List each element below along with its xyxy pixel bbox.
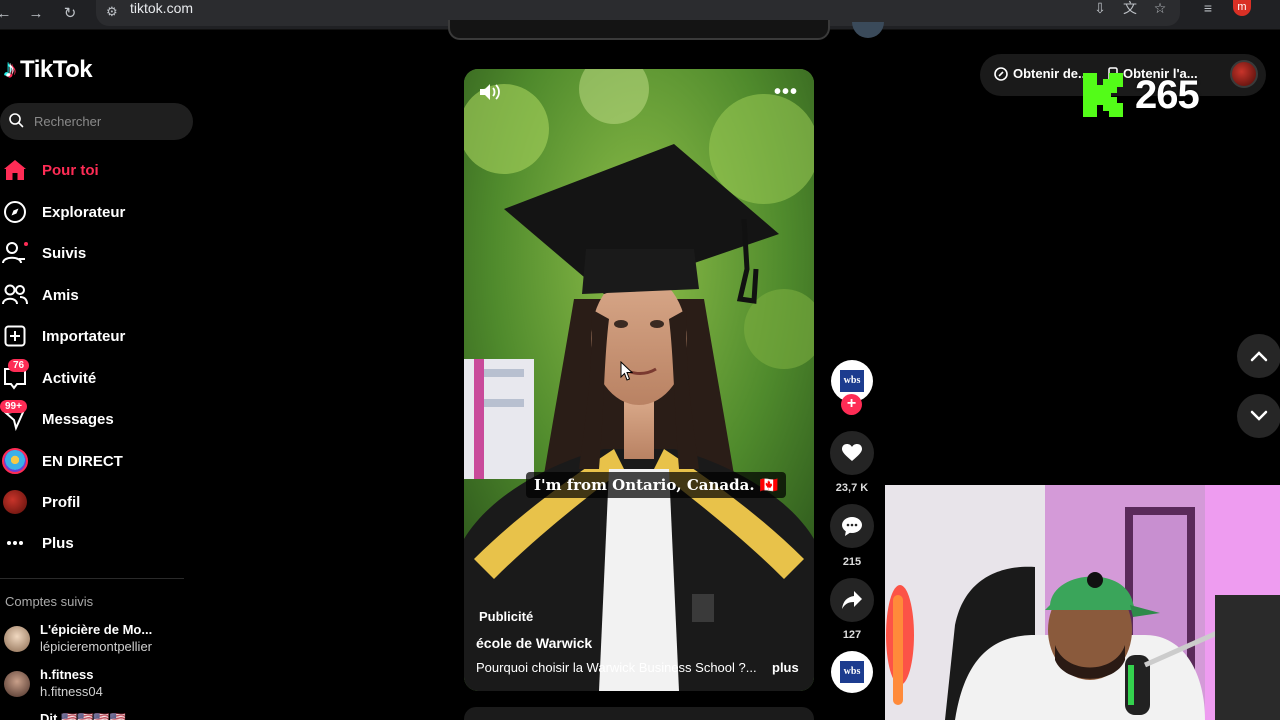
sidebar-item-friends[interactable]: Amis: [0, 277, 190, 313]
sidebar-item-label: Messages: [42, 410, 114, 428]
bookmark-star-icon[interactable]: ☆: [1150, 0, 1170, 16]
chevron-up-icon: [1250, 351, 1268, 362]
live-icon: [0, 446, 32, 476]
forward-icon[interactable]: →: [26, 4, 46, 24]
sidebar-item-upload[interactable]: Importateur: [0, 318, 190, 354]
messages-icon: 99+: [0, 400, 32, 434]
browser-profile-avatar[interactable]: m: [1233, 0, 1251, 16]
account-name: h.fitness: [40, 667, 94, 682]
video-description: Pourquoi choisir la Warwick Business Sch…: [476, 660, 757, 675]
like-count: 23,7 K: [835, 482, 869, 494]
sidebar-item-label: EN DIRECT: [42, 452, 123, 470]
sidebar-item-for-you[interactable]: Pour toi: [0, 152, 190, 188]
sidebar-item-label: Plus: [42, 534, 74, 552]
sidebar-item-label: Suivis: [42, 244, 87, 262]
previous-video-button[interactable]: [1237, 334, 1280, 378]
share-icon: [842, 591, 862, 609]
logo-text: TikTok: [20, 56, 93, 83]
account-name: L'épicière de Mo...: [40, 622, 153, 637]
site-settings-icon[interactable]: ⚙: [106, 4, 118, 20]
reload-icon[interactable]: ↻: [60, 4, 80, 24]
follow-button[interactable]: +: [841, 394, 862, 415]
more-icon: [0, 528, 32, 558]
sidebar-item-following[interactable]: Suivis: [0, 235, 190, 271]
video-player[interactable]: ••• I'm from Ontario, Canada. 🇨🇦 Publici…: [464, 69, 814, 691]
comment-button[interactable]: [830, 504, 874, 548]
creator-avatar-text: wbs: [840, 370, 864, 392]
mouse-cursor-icon: [620, 361, 633, 381]
search-icon: [9, 113, 24, 128]
ad-label: Publicité: [479, 609, 534, 624]
account-handle: h.fitness04: [40, 684, 103, 699]
comment-icon: [842, 516, 862, 536]
chevron-down-icon: [1250, 410, 1268, 421]
webcam-image: [885, 485, 1280, 720]
sidebar-item-activity[interactable]: 76 Activité: [0, 359, 190, 396]
followed-accounts-title: Comptes suivis: [5, 594, 94, 609]
kick-viewer-count: 265: [1135, 72, 1200, 117]
url-text[interactable]: tiktok.com: [130, 0, 193, 16]
kick-logo-icon: [1083, 73, 1123, 117]
tiktok-note-icon: ♪: [4, 56, 16, 83]
back-icon[interactable]: ←: [0, 4, 14, 24]
profile-avatar: [0, 487, 32, 517]
webcam-overlay: [885, 485, 1280, 720]
next-video-button[interactable]: [1237, 394, 1280, 438]
previous-video-avatar[interactable]: [852, 22, 884, 38]
heart-icon: [842, 444, 862, 461]
coin-icon: [994, 66, 1008, 81]
sound-disc-avatar[interactable]: wbs: [831, 651, 873, 693]
share-count: 127: [842, 629, 862, 641]
kick-viewer-overlay: 265: [1083, 72, 1200, 118]
video-more-icon[interactable]: •••: [774, 81, 798, 104]
tiktok-logo[interactable]: ♪ TikTok: [4, 54, 93, 86]
sound-disc-text: wbs: [840, 661, 864, 683]
install-icon[interactable]: ⇩: [1090, 0, 1110, 16]
account-handle: lépicieremontpellier: [40, 639, 152, 654]
sidebar-item-label: Activité: [42, 369, 97, 387]
sidebar-item-label: Profil: [42, 493, 81, 511]
sidebar-item-label: Amis: [42, 286, 79, 304]
sidebar-item-live[interactable]: EN DIRECT: [0, 443, 190, 479]
share-button[interactable]: [830, 578, 874, 622]
search-input[interactable]: [34, 112, 184, 130]
friends-icon: [0, 280, 32, 310]
sidebar-item-label: Importateur: [42, 327, 126, 345]
search-bar[interactable]: [0, 103, 193, 140]
sidebar-item-messages[interactable]: 99+ Messages: [0, 400, 190, 437]
following-icon: [0, 238, 32, 268]
video-caption: I'm from Ontario, Canada. 🇨🇦: [526, 472, 787, 498]
comment-count: 215: [842, 556, 862, 568]
account-avatar: [4, 671, 30, 697]
activity-icon: 76: [0, 359, 32, 393]
upload-icon: [0, 321, 32, 351]
account-name: Dit 🇺🇸🇺🇸🇺🇸🇺🇸: [40, 711, 126, 720]
account-avatar: [4, 626, 30, 652]
video-author[interactable]: école de Warwick: [476, 635, 592, 651]
sidebar-item-more[interactable]: Plus: [0, 525, 190, 561]
get-coins-label: Obtenir de...: [1013, 66, 1089, 81]
sidebar-item-label: Pour toi: [42, 161, 99, 179]
get-coins-button[interactable]: Obtenir de...: [994, 66, 1089, 81]
media-queue-icon[interactable]: ≡: [1198, 0, 1218, 16]
description-more-link[interactable]: plus: [772, 660, 799, 675]
messages-badge: 99+: [0, 400, 27, 413]
sidebar-item-explore[interactable]: Explorateur: [0, 194, 190, 230]
volume-icon[interactable]: [478, 81, 502, 103]
previous-video-card[interactable]: [448, 20, 830, 40]
followed-account[interactable]: Dit 🇺🇸🇺🇸🇺🇸🇺🇸: [4, 711, 194, 720]
sidebar-item-profile[interactable]: Profil: [0, 484, 190, 520]
next-video-card[interactable]: [464, 707, 814, 720]
like-button[interactable]: [830, 431, 874, 475]
translate-icon[interactable]: 文: [1120, 0, 1140, 16]
sidebar-divider: [0, 578, 184, 579]
user-profile-avatar[interactable]: [1230, 60, 1258, 88]
video-frame: [464, 69, 814, 691]
activity-badge: 76: [8, 359, 30, 372]
followed-account[interactable]: h.fitness h.fitness04: [4, 667, 194, 703]
compass-icon: [0, 197, 32, 227]
sidebar-item-label: Explorateur: [42, 203, 126, 221]
home-icon: [0, 155, 32, 185]
followed-account[interactable]: L'épicière de Mo... lépicieremontpellier: [4, 622, 194, 658]
